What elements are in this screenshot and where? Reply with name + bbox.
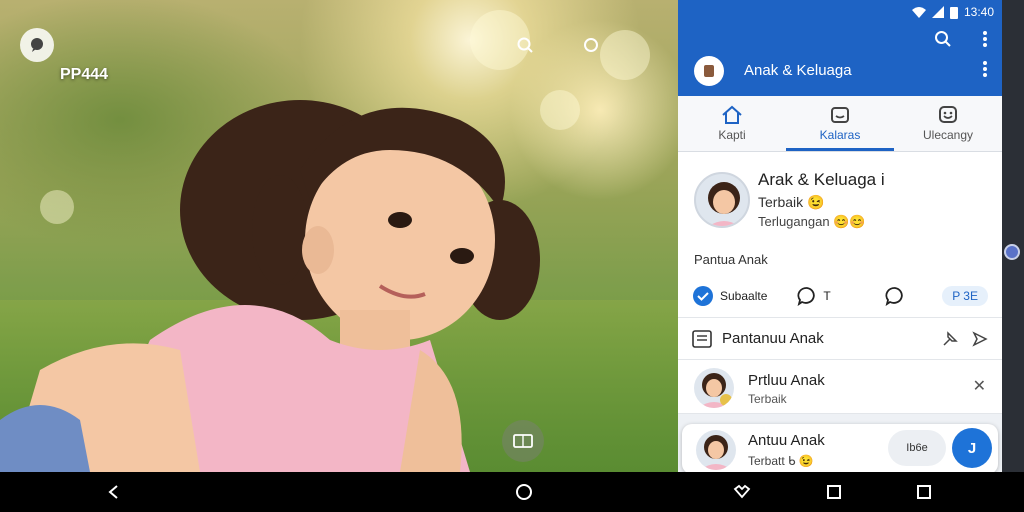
smiley-icon [939, 106, 957, 123]
child-photo [0, 100, 540, 472]
navigation-bar [0, 472, 1024, 512]
profile-status: Terbaik 😉 [758, 194, 825, 210]
card-avatar [696, 430, 736, 470]
chat-icon [31, 38, 43, 52]
tab-label: Ulecangy [922, 128, 974, 142]
more-vert-icon[interactable] [982, 30, 988, 53]
conversation-card[interactable]: Antuu Anak Terbatt ᑲ 😉 Ib6e J [682, 424, 998, 472]
tab-label: Kalaras [819, 128, 861, 142]
more-vert-icon[interactable] [982, 60, 988, 83]
media-label: PP444 [60, 66, 109, 83]
profile-photo [694, 172, 750, 228]
compose-fab[interactable]: J [952, 428, 992, 468]
profile-card[interactable]: Arak & Keluaga i Terbaik 😉 Terlugangan 😊… [678, 152, 1002, 244]
tab-bar: Kapti Kalaras Ulecangy [678, 96, 1002, 152]
card-title: Antuu Anak [748, 432, 825, 449]
status-bar: 13:40 [678, 0, 1002, 24]
square-icon[interactable] [912, 480, 936, 504]
search-icon[interactable] [508, 28, 542, 62]
list-item-avatar [694, 368, 734, 408]
profile-name: Arak & Keluaga i [758, 170, 885, 189]
app-title: Anak & Keluaga [744, 62, 852, 79]
section-heading: Pantua Anak [678, 244, 1002, 274]
back-icon[interactable] [102, 480, 126, 504]
pin-icon[interactable] [942, 330, 958, 347]
comment-icon [797, 286, 816, 306]
status-time: 13:40 [963, 5, 994, 19]
fullscreen-button[interactable] [502, 420, 544, 462]
reply-button[interactable] [885, 286, 905, 306]
side-handle[interactable] [1004, 244, 1020, 260]
family-avatar[interactable] [694, 56, 724, 86]
list-item-title: Prtluu Anak [748, 372, 825, 389]
list-item[interactable]: Prtluu Anak Terbaik ✕ [678, 360, 1002, 414]
card-subtitle: Terbatt ᑲ 😉 [748, 454, 814, 468]
wifi-icon [911, 7, 926, 18]
reply-icon [885, 286, 903, 306]
list-item-subtitle: Terbaik [748, 392, 787, 406]
home-icon [722, 105, 742, 124]
list-icon [692, 329, 712, 348]
search-icon[interactable] [934, 30, 952, 53]
battery-icon [949, 6, 958, 19]
bokeh-light [600, 30, 650, 80]
tab-ulecangy[interactable]: Ulecangy [894, 96, 1002, 151]
action-row: Subaalte T P 3E [678, 274, 1002, 318]
app-bar: Anak & Keluaga [678, 24, 1002, 96]
monitor-label: Pantanuu Anak [722, 330, 824, 347]
photo-viewer[interactable]: PP444 [0, 0, 678, 472]
subscribe-button[interactable]: Subaalte [692, 285, 767, 307]
heart-icon[interactable] [730, 480, 754, 504]
side-panel-edge [1002, 0, 1024, 472]
card-chip[interactable]: Ib6e [888, 430, 946, 466]
tab-kapti[interactable]: Kapti [678, 96, 786, 151]
comment-count: T [823, 288, 831, 303]
family-icon [704, 65, 714, 77]
close-icon[interactable]: ✕ [973, 376, 986, 396]
share-icon[interactable] [574, 28, 608, 62]
comment-button[interactable]: T [797, 286, 831, 306]
app-panel: 13:40 Anak & Keluaga Kapti Kalaras Uleca… [678, 0, 1002, 472]
filter-pill[interactable]: P 3E [942, 285, 988, 306]
check-circle-icon [693, 285, 713, 306]
tab-kalaras[interactable]: Kalaras [786, 96, 894, 151]
app-logo[interactable] [20, 28, 54, 62]
profile-subtitle: Terlugangan 😊😊 [758, 214, 866, 229]
monitor-row[interactable]: Pantanuu Anak [678, 318, 1002, 360]
tab-label: Kapti [718, 128, 746, 142]
recents-icon[interactable] [822, 480, 846, 504]
home-nav-icon[interactable] [512, 480, 536, 504]
signal-icon [931, 6, 944, 18]
screen-icon [513, 434, 533, 448]
subscribe-label: Subaalte [720, 288, 768, 303]
inbox-icon [831, 107, 849, 123]
send-icon[interactable] [972, 330, 988, 347]
